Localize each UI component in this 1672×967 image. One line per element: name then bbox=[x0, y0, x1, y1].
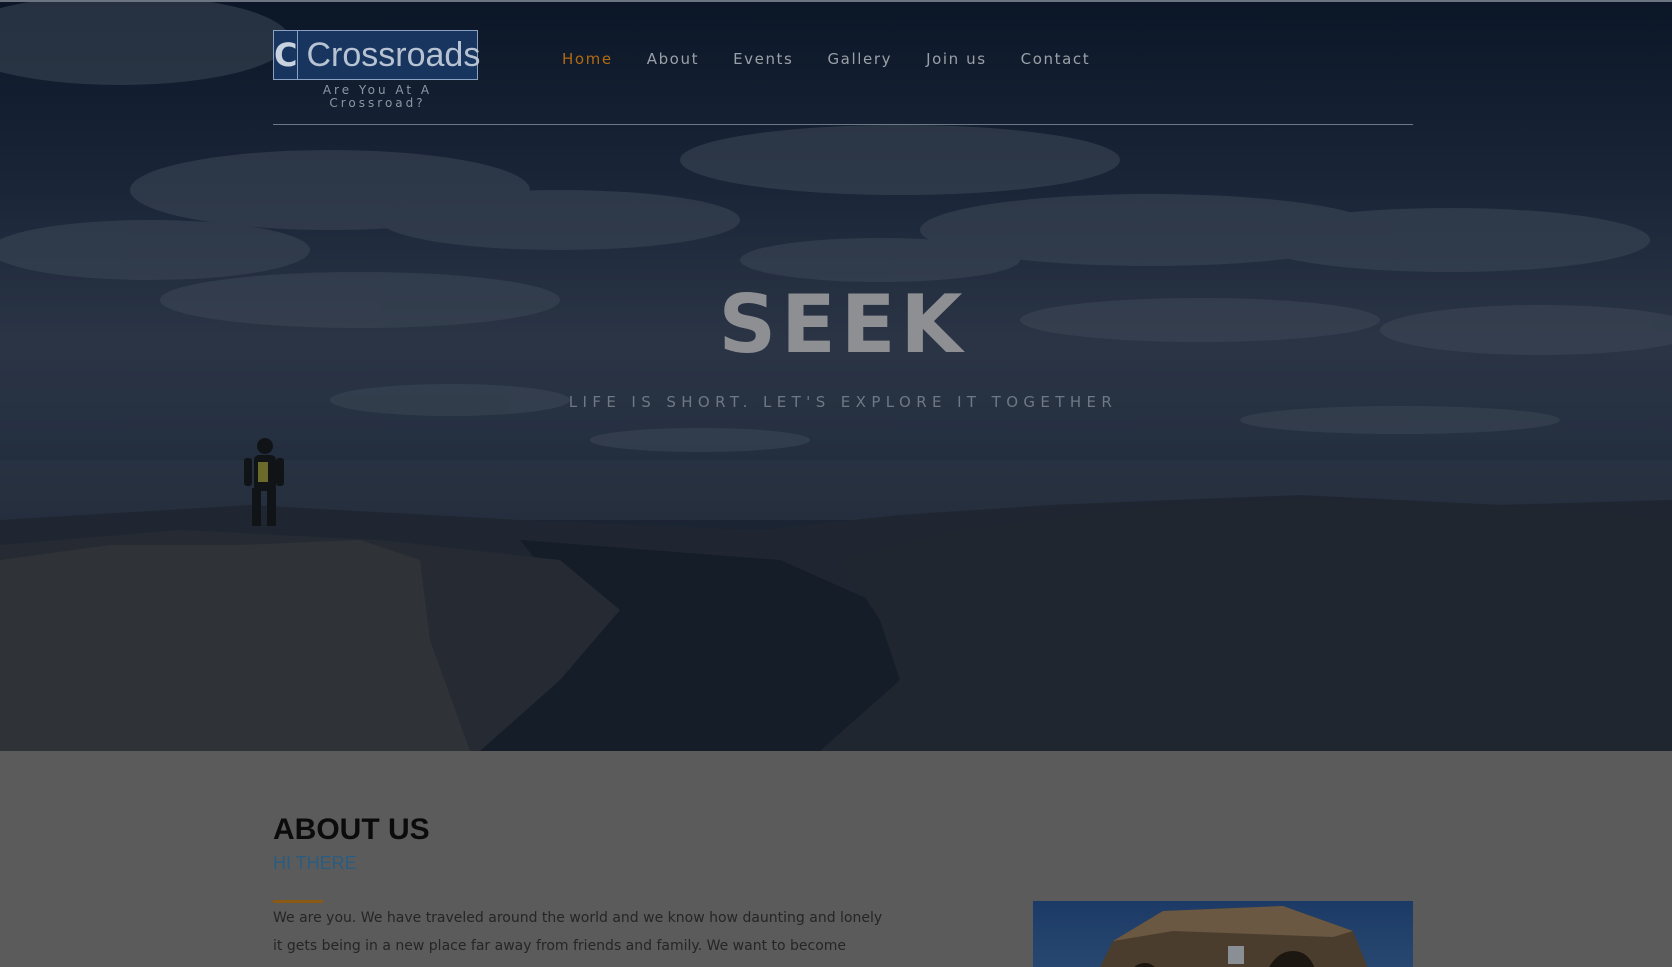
top-border bbox=[0, 0, 1672, 2]
building-photo bbox=[1100, 906, 1368, 967]
hero-title: SEEK bbox=[718, 278, 968, 371]
nav-item-gallery[interactable]: Gallery bbox=[827, 50, 892, 68]
nav-item-join-us[interactable]: Join us bbox=[926, 50, 987, 68]
about-section: ABOUT US HI THERE We are you. We have tr… bbox=[0, 751, 1672, 967]
about-text: We are you. We have traveled around the … bbox=[273, 910, 883, 967]
about-photo bbox=[1033, 901, 1413, 967]
logo-letter: C bbox=[274, 31, 299, 79]
nav-item-about[interactable]: About bbox=[647, 50, 699, 68]
logo-name: Crossroads bbox=[306, 35, 481, 74]
main-nav: Home About Events Gallery Join us Contac… bbox=[562, 50, 1124, 68]
about-accent-rule bbox=[273, 900, 323, 903]
hero-subtitle: LIFE IS SHORT. LET'S EXPLORE IT TOGETHER bbox=[568, 393, 1118, 411]
about-title: ABOUT US bbox=[273, 813, 430, 846]
brand-tagline: Are You At A Crossroad? bbox=[322, 83, 433, 110]
hero-section: C Crossroads Are You At A Crossroad? Hom… bbox=[0, 0, 1672, 751]
nav-item-events[interactable]: Events bbox=[733, 50, 793, 68]
page: C Crossroads Are You At A Crossroad? Hom… bbox=[0, 0, 1672, 967]
nav-item-home[interactable]: Home bbox=[562, 50, 613, 68]
about-subtitle: HI THERE bbox=[273, 853, 357, 873]
logo[interactable]: C Crossroads bbox=[273, 30, 481, 80]
header-divider bbox=[273, 124, 1413, 125]
nav-item-contact[interactable]: Contact bbox=[1021, 50, 1091, 68]
hero-background-image bbox=[0, 0, 1672, 751]
